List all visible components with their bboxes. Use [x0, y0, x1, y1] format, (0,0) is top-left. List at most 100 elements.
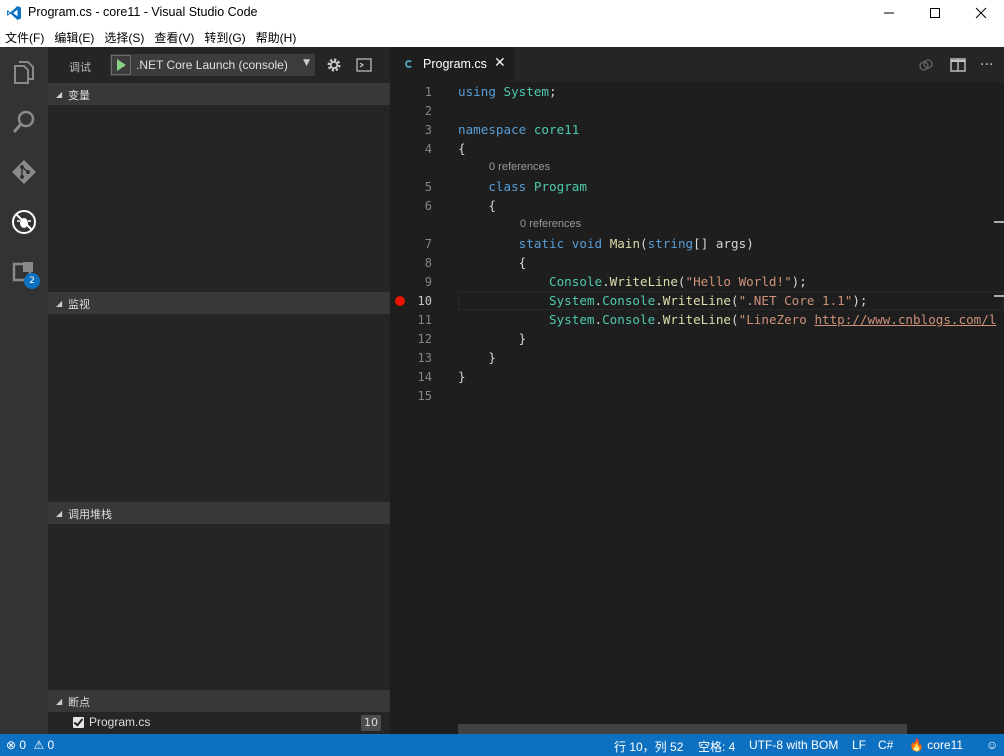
debug-button[interactable]: [0, 197, 48, 247]
expanded-arrow-icon: ◢: [56, 697, 63, 706]
close-tab-icon[interactable]: ✕: [494, 55, 506, 71]
title-bar: Program.cs - core11 - Visual Studio Code: [0, 0, 1004, 26]
cursor-position[interactable]: 行 10，列 52: [614, 738, 683, 755]
codelens-references[interactable]: 0 references: [520, 218, 581, 230]
minimize-icon: [884, 12, 894, 14]
breakpoint-file: Program.cs: [89, 715, 151, 729]
code-line: {: [518, 255, 527, 270]
close-window-button[interactable]: [958, 0, 1004, 26]
overview-ruler-mark: [994, 295, 1004, 297]
more-actions-icon[interactable]: ···: [980, 57, 996, 73]
code-line: }: [518, 331, 527, 346]
menu-selection[interactable]: 选择(S): [100, 26, 150, 47]
line-number: 2: [424, 104, 432, 118]
line-number-current: 10: [417, 294, 432, 308]
error-icon: ⊗: [6, 738, 17, 752]
launch-config-label: .NET Core Launch (console): [136, 58, 288, 72]
line-number: 1: [424, 85, 432, 99]
line-ending[interactable]: LF: [852, 738, 866, 752]
breakpoint-item[interactable]: Program.cs 10: [48, 712, 390, 734]
menu-help[interactable]: 帮助(H): [252, 26, 303, 47]
git-icon: [12, 160, 36, 184]
debug-sidebar: 调试 .NET Core Launch (console) ▼ ◢ 变量 ◢ 监…: [48, 47, 390, 734]
breakpoints-section-header[interactable]: ◢ 断点: [48, 690, 390, 712]
code-line: }: [458, 369, 466, 384]
line-number: 8: [424, 256, 432, 270]
expanded-arrow-icon: ◢: [56, 509, 63, 518]
line-number: 15: [417, 389, 432, 403]
code-line: class Program: [488, 179, 587, 194]
code-line: namespace core11: [458, 122, 580, 137]
debug-view-title: 调试: [69, 61, 91, 74]
codelens-references[interactable]: 0 references: [489, 161, 550, 173]
status-bar: ⊗ 0 ⚠ 0 行 10，列 52 空格: 4 UTF-8 with BOM L…: [0, 734, 1004, 756]
tab-label: Program.cs: [423, 57, 487, 71]
line-number: 5: [424, 180, 432, 194]
problems-indicator[interactable]: ⊗ 0 ⚠ 0: [6, 738, 54, 752]
line-number: 14: [417, 370, 432, 384]
project-name: core11: [927, 738, 964, 752]
extensions-button[interactable]: 2: [0, 247, 48, 297]
line-number: 12: [417, 332, 432, 346]
code-line: {: [458, 141, 466, 156]
window-title: Program.cs - core11 - Visual Studio Code: [28, 5, 258, 19]
open-changes-icon[interactable]: [918, 57, 934, 73]
code-editor[interactable]: 1 2 3 4 5 6 7 8 9 10 11 12 13 14 15 usin…: [390, 82, 1004, 734]
code-line: System.Console.WriteLine(".NET Core 1.1"…: [549, 293, 868, 308]
maximize-icon: [930, 8, 940, 18]
code-line: System.Console.WriteLine("LineZero http:…: [549, 312, 997, 327]
language-mode[interactable]: C#: [878, 738, 893, 752]
debug-console-icon[interactable]: [356, 58, 372, 72]
breakpoints-section-title: 断点: [68, 696, 90, 709]
gear-icon[interactable]: [326, 57, 342, 73]
variables-section-title: 变量: [68, 89, 90, 102]
source-control-button[interactable]: [0, 147, 48, 197]
menu-view[interactable]: 查看(V): [150, 26, 200, 47]
close-icon: [975, 7, 987, 19]
warning-icon: ⚠: [33, 738, 45, 752]
line-number: 3: [424, 123, 432, 137]
breakpoint-checkbox[interactable]: [73, 717, 84, 728]
horizontal-scrollbar[interactable]: [458, 724, 907, 734]
expanded-arrow-icon: ◢: [56, 299, 63, 308]
variables-section-header[interactable]: ◢ 变量: [48, 83, 390, 105]
project-selector[interactable]: 🔥 core11: [909, 738, 963, 752]
code-line: }: [488, 350, 496, 365]
maximize-button[interactable]: [912, 0, 958, 26]
debug-bug-icon: [12, 210, 36, 234]
error-count: 0: [19, 738, 27, 752]
line-number: 7: [424, 237, 432, 251]
smiley-feedback-icon[interactable]: ☺: [986, 738, 998, 752]
search-button[interactable]: [0, 97, 48, 147]
editor-tabs: Program.cs ✕ ···: [390, 47, 1004, 82]
line-number: 11: [417, 313, 432, 327]
files-icon: [14, 61, 34, 84]
search-icon: [12, 110, 35, 133]
chevron-down-icon: ▼: [303, 58, 310, 68]
code-link[interactable]: http://www.cnblogs.com/l: [814, 312, 996, 327]
watch-section-header[interactable]: ◢ 监视: [48, 292, 390, 314]
tab-program-cs[interactable]: Program.cs ✕: [390, 47, 514, 82]
encoding[interactable]: UTF-8 with BOM: [749, 738, 838, 752]
line-number: 13: [417, 351, 432, 365]
extensions-badge: 2: [24, 273, 40, 289]
expanded-arrow-icon: ◢: [56, 90, 63, 99]
debug-toolbar: 调试 .NET Core Launch (console) ▼: [48, 47, 390, 83]
play-icon: [117, 59, 126, 71]
watch-section-title: 监视: [68, 298, 90, 311]
menu-goto[interactable]: 转到(G): [200, 26, 251, 47]
code-line: Console.WriteLine("Hello World!");: [549, 274, 807, 289]
split-editor-icon[interactable]: [950, 57, 966, 73]
activity-bar: 2: [0, 47, 48, 734]
menu-file[interactable]: 文件(F): [1, 26, 50, 47]
menu-edit[interactable]: 编辑(E): [50, 26, 100, 47]
launch-config-select[interactable]: .NET Core Launch (console) ▼: [110, 54, 315, 76]
start-debugging-button[interactable]: [111, 55, 131, 75]
indentation[interactable]: 空格: 4: [698, 738, 735, 755]
explorer-button[interactable]: [0, 47, 48, 97]
minimize-button[interactable]: [866, 0, 912, 26]
menu-bar: 文件(F) 编辑(E) 选择(S) 查看(V) 转到(G) 帮助(H): [0, 26, 1004, 47]
csharp-file-icon: [405, 60, 413, 68]
overview-ruler-mark: [994, 221, 1004, 223]
callstack-section-header[interactable]: ◢ 调用堆栈: [48, 502, 390, 524]
